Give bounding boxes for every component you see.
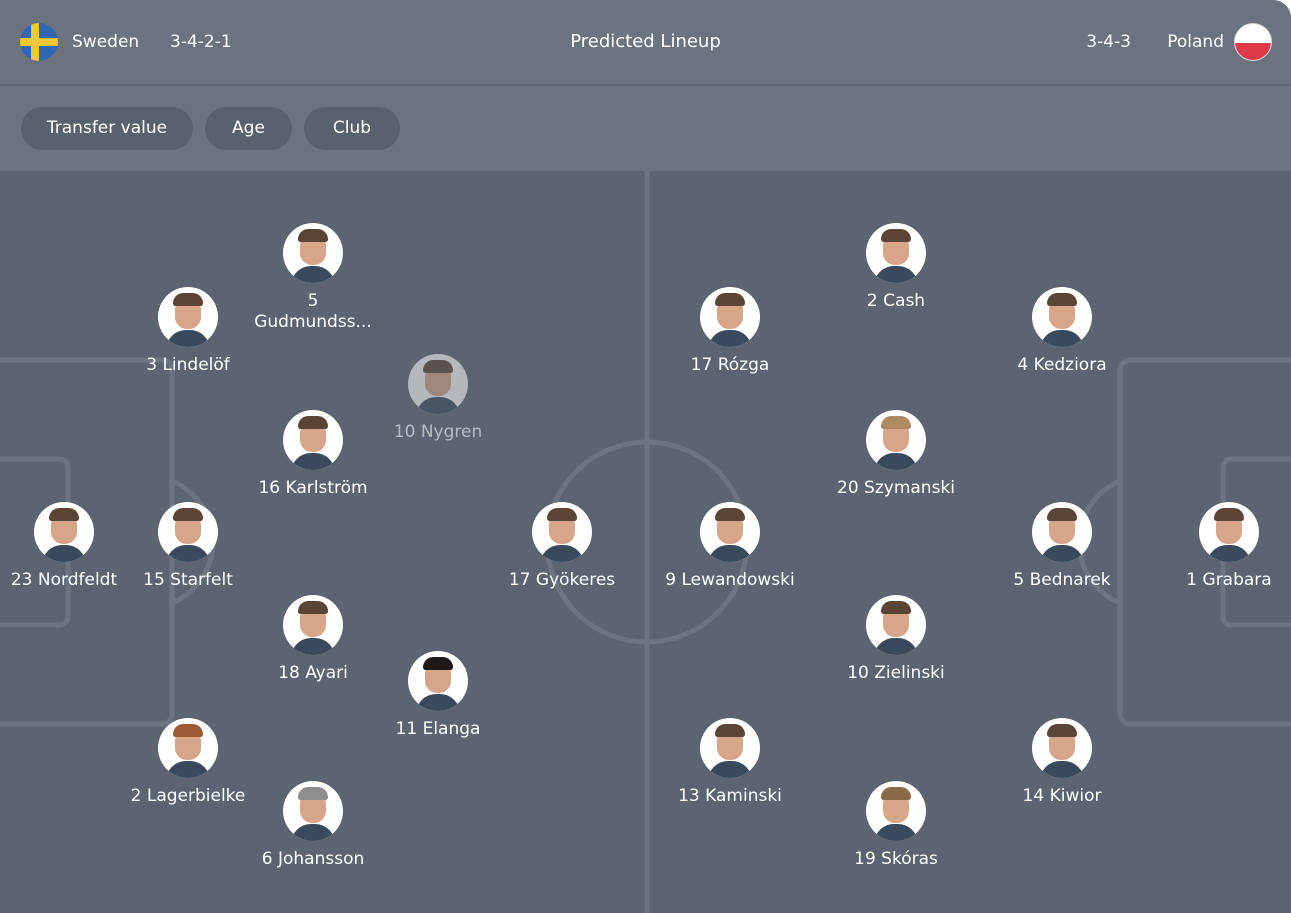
player-photo: [866, 223, 926, 283]
player-name: 10 Zielinski: [847, 663, 945, 683]
player-photo: [283, 410, 343, 470]
player-name: 1 Grabara: [1186, 570, 1272, 590]
player-card[interactable]: 14 Kiwior: [977, 718, 1147, 807]
player-name: 11 Elanga: [395, 719, 481, 739]
player-name: 15 Starfelt: [143, 570, 233, 590]
player-name: 17 Gyökeres: [508, 570, 616, 590]
player-photo: [158, 287, 218, 347]
player-card[interactable]: 17 Gyökeres: [477, 502, 647, 591]
pitch: 5 Gudmundss... 3 Lindelöf 10 Nygren 16 Ka…: [0, 171, 1291, 913]
player-card[interactable]: 15 Starfelt: [103, 502, 273, 591]
filter-bar: Transfer value Age Club: [0, 86, 1291, 171]
player-photo: [700, 502, 760, 562]
player-name: 4 Kedziora: [1017, 355, 1107, 375]
player-name: 20 Szymanski: [837, 478, 955, 498]
player-photo: [1199, 502, 1259, 562]
player-name: 14 Kiwior: [1022, 786, 1102, 806]
player-photo: [1032, 718, 1092, 778]
player-photo: [700, 718, 760, 778]
player-photo: [283, 595, 343, 655]
player-name: 5 Bednarek: [1013, 570, 1111, 590]
player-card[interactable]: 4 Kedziora: [977, 287, 1147, 376]
player-photo: [408, 354, 468, 414]
player-name: 9 Lewandowski: [665, 570, 795, 590]
player-photo: [283, 223, 343, 283]
predicted-lineup-card: Sweden 3-4-2-1 Predicted Lineup 3-4-3 Po…: [0, 0, 1291, 913]
player-photo: [1032, 502, 1092, 562]
player-card[interactable]: 1 Grabara: [1144, 502, 1291, 591]
player-name: 16 Karlström: [258, 478, 368, 498]
player-name: 6 Johansson: [261, 849, 365, 869]
player-photo: [1032, 287, 1092, 347]
player-card[interactable]: 20 Szymanski: [811, 410, 981, 499]
player-name: 17 Rózga: [690, 355, 770, 375]
player-card[interactable]: 2 Cash: [811, 223, 981, 312]
player-card[interactable]: 11 Elanga: [353, 651, 523, 740]
player-card[interactable]: 10 Zielinski: [811, 595, 981, 684]
player-card[interactable]: 9 Lewandowski: [645, 502, 815, 591]
away-formation: 3-4-3: [1086, 32, 1131, 52]
player-card[interactable]: 17 Rózga: [645, 287, 815, 376]
filter-transfer-value-button[interactable]: Transfer value: [21, 107, 193, 150]
filter-age-button[interactable]: Age: [205, 107, 292, 150]
player-photo: [158, 718, 218, 778]
player-card[interactable]: 6 Johansson: [228, 781, 398, 870]
player-photo: [866, 595, 926, 655]
lineup-header: Sweden 3-4-2-1 Predicted Lineup 3-4-3 Po…: [0, 0, 1291, 85]
player-name: 19 Skóras: [854, 849, 938, 869]
player-photo: [408, 651, 468, 711]
player-photo: [866, 410, 926, 470]
player-name: 2 Cash: [866, 291, 926, 311]
player-name: 13 Kaminski: [678, 786, 782, 806]
away-team-name[interactable]: Poland: [1167, 31, 1224, 53]
player-card[interactable]: 13 Kaminski: [645, 718, 815, 807]
filter-club-button[interactable]: Club: [304, 107, 400, 150]
player-card[interactable]: 19 Skóras: [811, 781, 981, 870]
poland-flag-icon: [1234, 23, 1272, 61]
player-photo: [158, 502, 218, 562]
player-photo: [700, 287, 760, 347]
player-photo: [283, 781, 343, 841]
player-card[interactable]: 5 Bednarek: [977, 502, 1147, 591]
player-photo: [866, 781, 926, 841]
player-photo: [532, 502, 592, 562]
player-name: 3 Lindelöf: [146, 355, 230, 375]
player-photo: [34, 502, 94, 562]
player-card[interactable]: 16 Karlström: [228, 410, 398, 499]
player-card[interactable]: 3 Lindelöf: [103, 287, 273, 376]
